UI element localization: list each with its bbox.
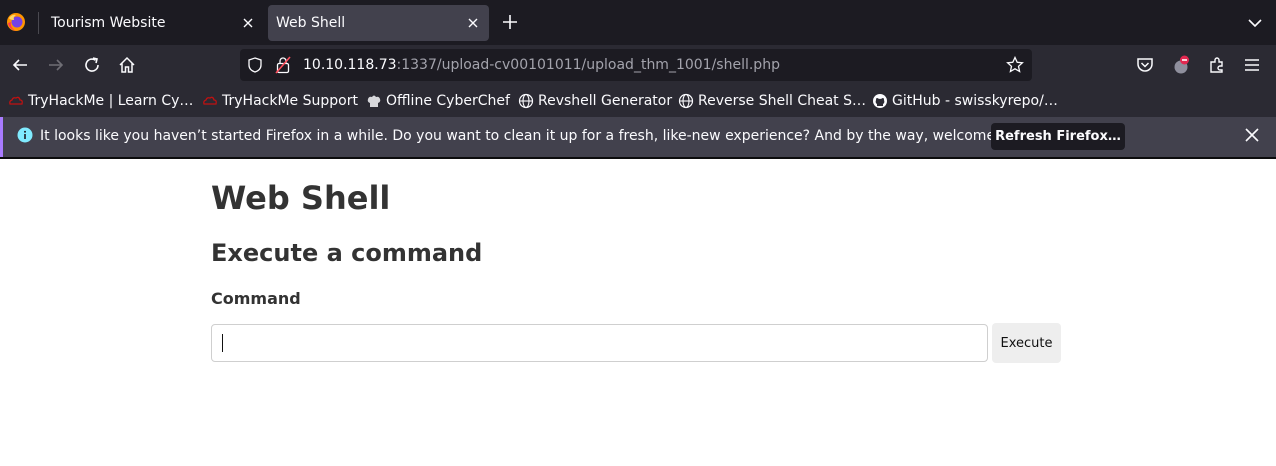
close-notification-icon[interactable]: [1244, 127, 1260, 143]
url-text[interactable]: 10.10.118.73:1337/upload-cv00101011/uplo…: [303, 57, 780, 73]
firefox-icon[interactable]: [6, 12, 26, 32]
tryhackme-icon: [203, 96, 217, 105]
tab-strip: Tourism Website Web Shell: [0, 0, 1276, 45]
refresh-firefox-notification: It looks like you haven’t started Firefo…: [0, 117, 1276, 157]
bookmark-github-swisskyrepo[interactable]: GitHub - swisskyrepo/…: [872, 85, 1058, 117]
reload-icon[interactable]: [82, 55, 102, 75]
bookmark-tryhackme-support[interactable]: TryHackMe Support: [202, 85, 358, 117]
navigation-toolbar: 10.10.118.73:1337/upload-cv00101011/uplo…: [0, 45, 1276, 85]
chevron-down-icon[interactable]: [1246, 14, 1264, 32]
tracking-protection-shield-icon[interactable]: [247, 57, 263, 73]
github-icon: [873, 94, 887, 108]
pocket-icon[interactable]: [1135, 55, 1155, 75]
insecure-lock-icon[interactable]: [275, 56, 291, 74]
close-tab-icon[interactable]: [240, 15, 256, 31]
command-label: Command: [211, 289, 301, 308]
chef-hat-icon: [367, 95, 381, 107]
bookmarks-toolbar: TryHackMe | Learn Cy… TryHackMe Support …: [0, 85, 1276, 117]
extensions-puzzle-icon[interactable]: [1207, 55, 1227, 75]
hamburger-menu-icon[interactable]: [1242, 55, 1262, 75]
bookmark-star-icon[interactable]: [1006, 56, 1024, 74]
tab-title: Tourism Website: [51, 15, 166, 31]
forward-arrow-icon[interactable]: [46, 55, 66, 75]
home-icon[interactable]: [117, 55, 137, 75]
bookmark-label: Offline CyberChef: [386, 93, 510, 109]
notification-message: It looks like you haven’t started Firefo…: [40, 128, 1039, 144]
bookmark-label: Revshell Generator: [538, 93, 673, 109]
bookmark-label: Reverse Shell Cheat S…: [698, 93, 866, 109]
content-border: [0, 157, 1276, 159]
text-caret: [222, 334, 223, 352]
back-arrow-icon[interactable]: [10, 55, 30, 75]
tab-title: Web Shell: [276, 15, 346, 31]
info-icon: [17, 127, 33, 143]
bookmark-label: TryHackMe Support: [222, 93, 358, 109]
globe-icon: [518, 93, 534, 109]
bookmark-label: TryHackMe | Learn Cy…: [28, 93, 194, 109]
tryhackme-icon: [9, 96, 23, 105]
bookmark-tryhackme-learn[interactable]: TryHackMe | Learn Cy…: [8, 85, 193, 117]
section-heading: Execute a command: [211, 239, 483, 267]
globe-icon: [678, 93, 694, 109]
bookmark-offline-cyberchef[interactable]: Offline CyberChef: [366, 85, 510, 117]
command-input[interactable]: [211, 324, 988, 362]
close-tab-icon[interactable]: [465, 15, 481, 31]
bookmark-reverse-shell-cheat-sheet[interactable]: Reverse Shell Cheat S…: [678, 85, 866, 117]
bookmark-revshell-generator[interactable]: Revshell Generator: [518, 85, 672, 117]
extension-badge-icon[interactable]: [1171, 55, 1191, 75]
new-tab-icon[interactable]: [500, 12, 520, 32]
refresh-firefox-button[interactable]: Refresh Firefox…: [991, 123, 1125, 150]
page-title: Web Shell: [211, 179, 391, 217]
execute-button[interactable]: Execute: [992, 323, 1061, 363]
url-bar[interactable]: 10.10.118.73:1337/upload-cv00101011/uplo…: [240, 49, 1032, 81]
tab-tourism-website[interactable]: Tourism Website: [38, 5, 264, 41]
bookmark-label: GitHub - swisskyrepo/…: [892, 93, 1058, 109]
url-host: 10.10.118.73: [303, 57, 397, 73]
url-path: :1337/upload-cv00101011/upload_thm_1001/…: [396, 57, 780, 73]
tab-web-shell[interactable]: Web Shell: [268, 5, 489, 41]
